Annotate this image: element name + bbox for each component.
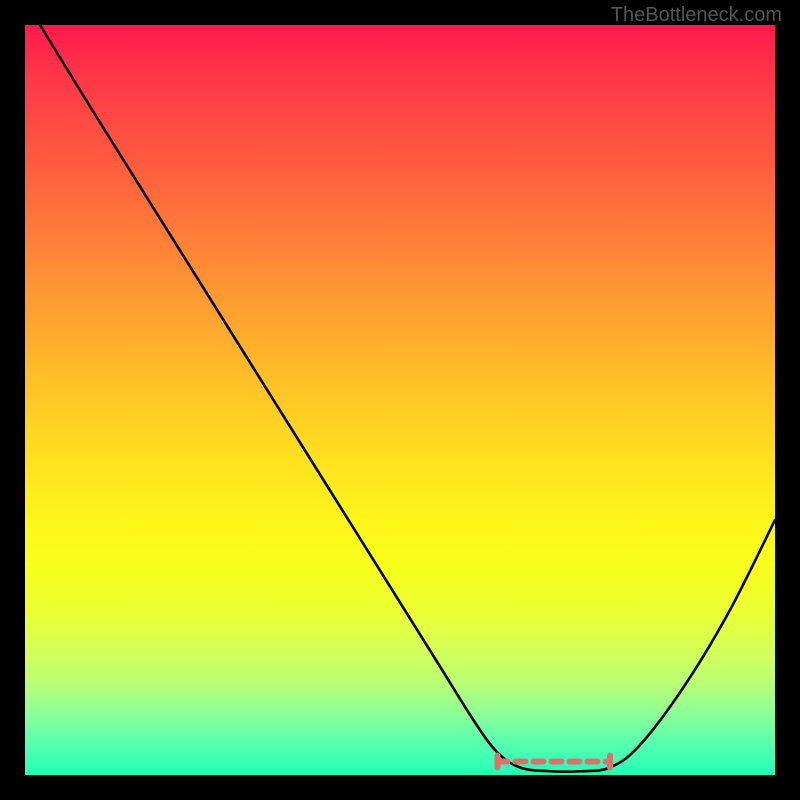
bottleneck-curve: [40, 25, 775, 772]
flat-zone-markers: [495, 753, 614, 771]
plot-area: [25, 25, 775, 775]
chart-svg: [25, 25, 775, 775]
watermark-text: TheBottleneck.com: [611, 4, 782, 27]
